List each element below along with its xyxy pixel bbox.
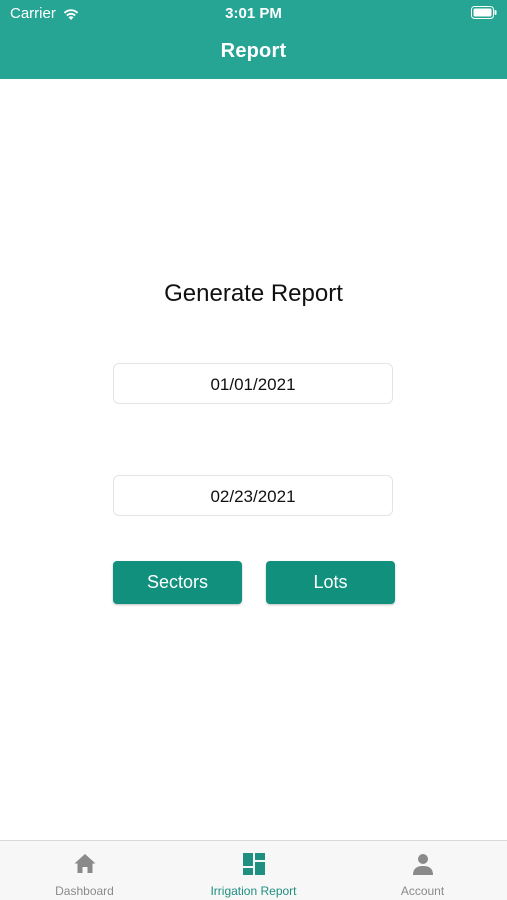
- status-time: 3:01 PM: [225, 5, 282, 22]
- tab-dashboard[interactable]: Dashboard: [0, 841, 169, 900]
- start-date-field[interactable]: 01/01/2021: [113, 363, 393, 404]
- home-icon: [74, 854, 95, 873]
- generate-report-heading: Generate Report: [164, 280, 343, 307]
- tab-irrigation-report[interactable]: Irrigation Report: [169, 841, 338, 900]
- app-header: Carrier 3:01 PM Report: [0, 0, 507, 79]
- tab-label-irrigation-report: Irrigation Report: [210, 884, 297, 898]
- tab-label-dashboard: Dashboard: [55, 884, 114, 898]
- page-title: Report: [220, 40, 287, 62]
- dashboard-grid-icon: [242, 853, 265, 875]
- battery-icon: [471, 6, 497, 19]
- person-icon: [412, 854, 433, 875]
- tab-label-account: Account: [400, 884, 445, 898]
- tab-account[interactable]: Account: [338, 841, 507, 900]
- report-screen: Carrier 3:01 PM Report Generate Report 0…: [0, 0, 507, 900]
- end-date-field[interactable]: 02/23/2021: [113, 475, 393, 516]
- status-bar: Carrier 3:01 PM: [0, 0, 507, 28]
- tab-bar: Dashboard Irrigation Report Account: [0, 840, 507, 900]
- sectors-button[interactable]: Sectors: [113, 561, 242, 604]
- lots-button[interactable]: Lots: [266, 561, 395, 604]
